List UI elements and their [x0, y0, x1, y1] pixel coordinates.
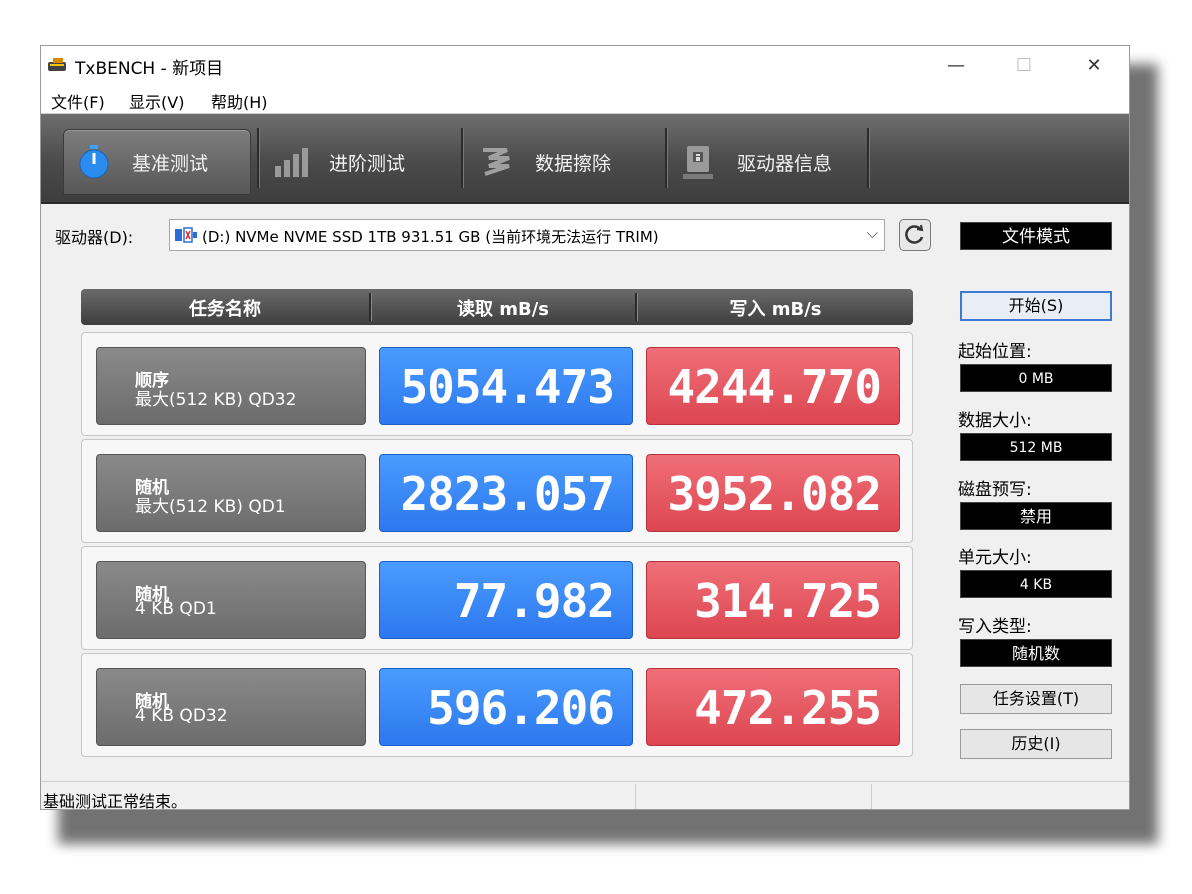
header-task: 任务名称	[189, 299, 261, 320]
status-text: 基础测试正常结束。	[43, 792, 188, 810]
task-button[interactable]: 随机 最大(512 KB) QD1	[96, 454, 366, 532]
mode-toolbar: 基准测试 进阶测试 数据擦除 驱动器信息	[41, 114, 1129, 204]
write-value: 472.255	[646, 668, 900, 746]
unit-size-value[interactable]: 4 KB	[960, 570, 1112, 598]
stopwatch-icon	[79, 145, 109, 179]
data-size-label: 数据大小:	[958, 411, 1032, 431]
tab-erase[interactable]: 数据擦除	[479, 129, 611, 195]
status-divider	[871, 784, 872, 809]
task-params: 4 KB QD32	[135, 706, 228, 726]
tab-divider	[257, 128, 260, 188]
write-type-value[interactable]: 随机数	[960, 639, 1112, 667]
result-row-rnd-4k-q32: 随机 4 KB QD32 596.206 472.255	[81, 653, 913, 757]
read-value: 2823.057	[379, 454, 633, 532]
app-icon	[48, 58, 66, 71]
chevron-down-icon: ⌵	[866, 224, 878, 242]
task-button[interactable]: 随机 4 KB QD1	[96, 561, 366, 639]
results-header: 任务名称 读取 mB/s 写入 mB/s	[81, 289, 913, 325]
tab-advanced[interactable]: 进阶测试	[273, 129, 405, 195]
tab-label: 基准测试	[132, 152, 209, 175]
task-settings-button[interactable]: 任务设置(T)	[960, 684, 1112, 714]
status-divider	[635, 784, 636, 809]
title-bar: TxBENCH - 新项目 — ☐ ✕	[41, 46, 1129, 84]
write-value: 4244.770	[646, 347, 900, 425]
read-value: 596.206	[379, 668, 633, 746]
maximize-button[interactable]: ☐	[1001, 46, 1047, 84]
precondition-label: 磁盘预写:	[958, 480, 1032, 500]
read-value: 77.982	[379, 561, 633, 639]
tab-drive-info[interactable]: 驱动器信息	[683, 129, 832, 195]
task-params: 最大(512 KB) QD1	[135, 497, 286, 517]
start-position-value[interactable]: 0 MB	[960, 364, 1112, 392]
file-mode-button[interactable]: 文件模式	[960, 222, 1112, 250]
tab-divider	[867, 128, 870, 188]
refresh-icon	[905, 224, 924, 244]
tab-benchmark[interactable]: 基准测试	[63, 129, 251, 195]
menu-help[interactable]: 帮助(H)	[211, 89, 268, 113]
drive-label: 驱动器(D):	[55, 228, 134, 247]
tab-label: 进阶测试	[329, 152, 406, 175]
drive-selected-value: (D:) NVMe NVME SSD 1TB 931.51 GB (当前环境无法…	[202, 228, 659, 246]
write-type-label: 写入类型:	[958, 617, 1032, 637]
task-button[interactable]: 随机 4 KB QD32	[96, 668, 366, 746]
bar-chart-icon	[275, 148, 308, 177]
unit-size-label: 单元大小:	[958, 548, 1032, 568]
drive-info-icon	[683, 146, 713, 179]
drive-dropdown[interactable]: (D:) NVMe NVME SSD 1TB 931.51 GB (当前环境无法…	[169, 219, 885, 251]
menu-file[interactable]: 文件(F)	[51, 89, 105, 113]
minimize-button[interactable]: —	[933, 46, 979, 84]
write-value: 3952.082	[646, 454, 900, 532]
eraser-icon	[483, 148, 510, 176]
tab-divider	[665, 128, 668, 188]
start-position-label: 起始位置:	[958, 342, 1032, 362]
refresh-button[interactable]	[899, 219, 931, 251]
ssd-icon	[175, 227, 197, 243]
status-bar: 基础测试正常结束。	[41, 781, 1129, 810]
task-params: 最大(512 KB) QD32	[135, 390, 297, 410]
history-button[interactable]: 历史(I)	[960, 729, 1112, 759]
start-button[interactable]: 开始(S)	[960, 291, 1112, 321]
write-value: 314.725	[646, 561, 900, 639]
data-size-value[interactable]: 512 MB	[960, 433, 1112, 461]
task-button[interactable]: 顺序 最大(512 KB) QD32	[96, 347, 366, 425]
task-params: 4 KB QD1	[135, 599, 217, 619]
tab-divider	[461, 128, 464, 188]
menu-view[interactable]: 显示(V)	[129, 89, 184, 113]
app-window: TxBENCH - 新项目 — ☐ ✕ 文件(F) 显示(V) 帮助(H) 基准…	[40, 45, 1130, 810]
header-read: 读取 mB/s	[456, 299, 550, 320]
window-title: TxBENCH - 新项目	[75, 59, 224, 79]
result-row-seq-q32: 顺序 最大(512 KB) QD32 5054.473 4244.770	[81, 332, 913, 436]
tab-label: 数据擦除	[535, 152, 612, 175]
precondition-value[interactable]: 禁用	[960, 502, 1112, 530]
result-row-rnd-4k-q1: 随机 4 KB QD1 77.982 314.725	[81, 546, 913, 650]
tab-label: 驱动器信息	[737, 152, 833, 175]
read-value: 5054.473	[379, 347, 633, 425]
close-button[interactable]: ✕	[1071, 46, 1117, 84]
result-row-rnd-512-q1: 随机 最大(512 KB) QD1 2823.057 3952.082	[81, 439, 913, 543]
header-write: 写入 mB/s	[729, 299, 822, 320]
menu-bar: 文件(F) 显示(V) 帮助(H)	[41, 84, 1129, 114]
